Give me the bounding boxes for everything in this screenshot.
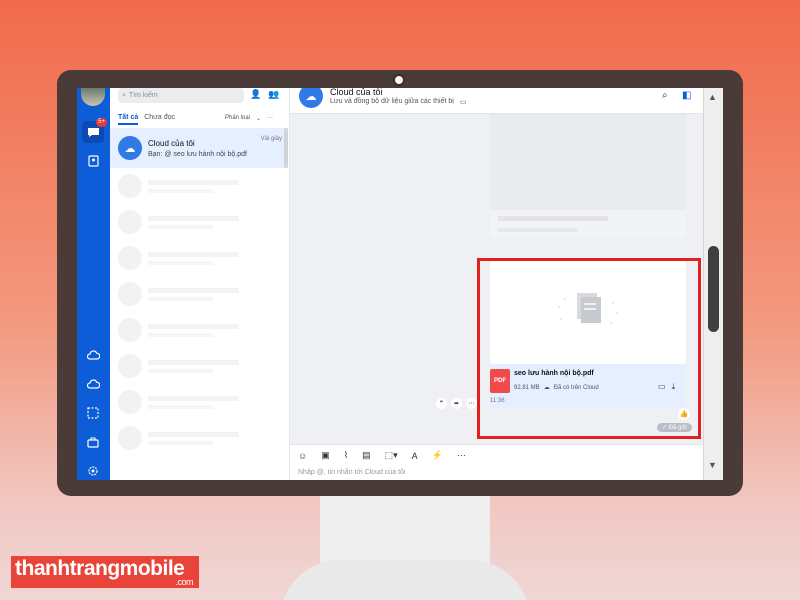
list-item[interactable] (118, 280, 278, 308)
contacts-icon[interactable] (82, 150, 104, 172)
vertical-scrollbar[interactable]: ▲ ▼ (703, 88, 723, 480)
image-icon[interactable]: ▣ (321, 450, 330, 461)
cloud-avatar-icon: ☁ (299, 88, 323, 108)
list-item[interactable] (118, 388, 278, 416)
list-item[interactable] (118, 352, 278, 380)
add-friend-icon[interactable]: 👤 (250, 89, 261, 100)
settings-icon[interactable] (82, 460, 104, 480)
conversation-time: Vài giây (260, 136, 282, 142)
conversation-preview: Bạn: @ seo lưu hành nội bộ.pdf (148, 150, 247, 158)
message-input[interactable]: Nhập @, tin nhắn tới Cloud của tôi (290, 466, 703, 480)
scrollbar-thumb[interactable] (708, 246, 719, 332)
nav-rail: 5+ (77, 88, 110, 480)
chat-area: ☁ Cloud của tôi Lưu và đồng bộ dữ liệu g… (290, 88, 703, 480)
chevron-down-icon[interactable]: ⌄ (256, 115, 261, 122)
screenshot-dropdown-icon[interactable]: ⬚▾ (385, 450, 398, 461)
list-item[interactable] (118, 424, 278, 452)
tab-all[interactable]: Tất cả (118, 114, 139, 125)
create-group-icon[interactable]: 👥 (268, 89, 279, 100)
search-icon[interactable]: ⌕ (662, 90, 668, 101)
camera-icon (393, 74, 405, 86)
scroll-down-arrow-icon[interactable]: ▼ (708, 460, 717, 470)
text-format-icon[interactable]: A (412, 451, 418, 461)
screenshot-icon[interactable] (82, 402, 104, 424)
search-input[interactable]: ⌕ Tìm kiếm (118, 88, 244, 103)
previous-message (490, 114, 686, 238)
conversation-panel: ⌕ Tìm kiếm 👤 👥 Tất cả Chưa đọc Phân loại… (110, 88, 290, 480)
search-placeholder: Tìm kiếm (128, 92, 158, 99)
more-button[interactable]: ··· (267, 115, 273, 122)
panel-toggle-icon[interactable]: ◧ (682, 90, 691, 101)
app-screen: 5+ ⌕ Tìm kiếm 👤 👥 Tất cả Chưa đọc Phân l… (77, 88, 723, 480)
chat-subtitle: Lưu và đồng bộ dữ liệu giữa các thiết bị (330, 98, 454, 105)
filter-area: Phân loại ⌄ ··· (225, 115, 273, 122)
contact-card-icon[interactable]: ▤ (362, 450, 371, 461)
brand-name: thanhtrangmobile (15, 557, 185, 580)
list-item[interactable] (118, 208, 278, 236)
brand-suffix: .com (175, 577, 193, 587)
message-tools: ❞ ➦ ⋯ (436, 398, 477, 409)
conversation-item-cloud[interactable]: ☁ Cloud của tôi Bạn: @ seo lưu hành nội … (110, 128, 288, 168)
unread-badge: 5+ (96, 118, 107, 127)
list-item[interactable] (118, 172, 278, 200)
attach-icon[interactable]: ⌇ (344, 450, 348, 461)
avatar[interactable] (81, 88, 105, 106)
messages-icon[interactable]: 5+ (82, 118, 107, 143)
more-options-icon[interactable]: ⋯ (457, 450, 466, 461)
list-item[interactable] (118, 244, 278, 272)
quote-icon[interactable]: ❞ (436, 398, 447, 409)
sticker-icon[interactable]: ☺ (298, 451, 307, 461)
filter-dropdown[interactable]: Phân loại (225, 115, 250, 122)
tag-icon[interactable]: ▭ (460, 98, 467, 106)
forward-icon[interactable]: ➦ (451, 398, 462, 409)
more-icon[interactable]: ⋯ (466, 398, 477, 409)
cloud-icon[interactable] (82, 373, 104, 395)
brand-logo: thanhtrangmobile .com (11, 556, 199, 588)
chat-header: ☁ Cloud của tôi Lưu và đồng bộ dữ liệu g… (290, 88, 703, 114)
monitor-stand-base (280, 560, 530, 600)
cloud-avatar-icon: ☁ (118, 136, 142, 160)
cloud-sync-icon[interactable] (82, 344, 104, 366)
highlight-box (477, 258, 701, 439)
scroll-up-arrow-icon[interactable]: ▲ (708, 92, 717, 102)
toolbox-icon[interactable] (82, 431, 104, 453)
conversation-scrollbar[interactable] (284, 128, 288, 168)
quick-message-icon[interactable]: ⚡ (432, 450, 443, 461)
tab-unread[interactable]: Chưa đọc (144, 114, 175, 125)
chat-title: Cloud của tôi (330, 88, 383, 97)
list-item[interactable] (118, 316, 278, 344)
search-icon: ⌕ (122, 91, 126, 99)
conversation-tabs: Tất cả Chưa đọc (118, 114, 175, 125)
composer-toolbar: ☺ ▣ ⌇ ▤ ⬚▾ A ⚡ ⋯ (290, 444, 703, 466)
